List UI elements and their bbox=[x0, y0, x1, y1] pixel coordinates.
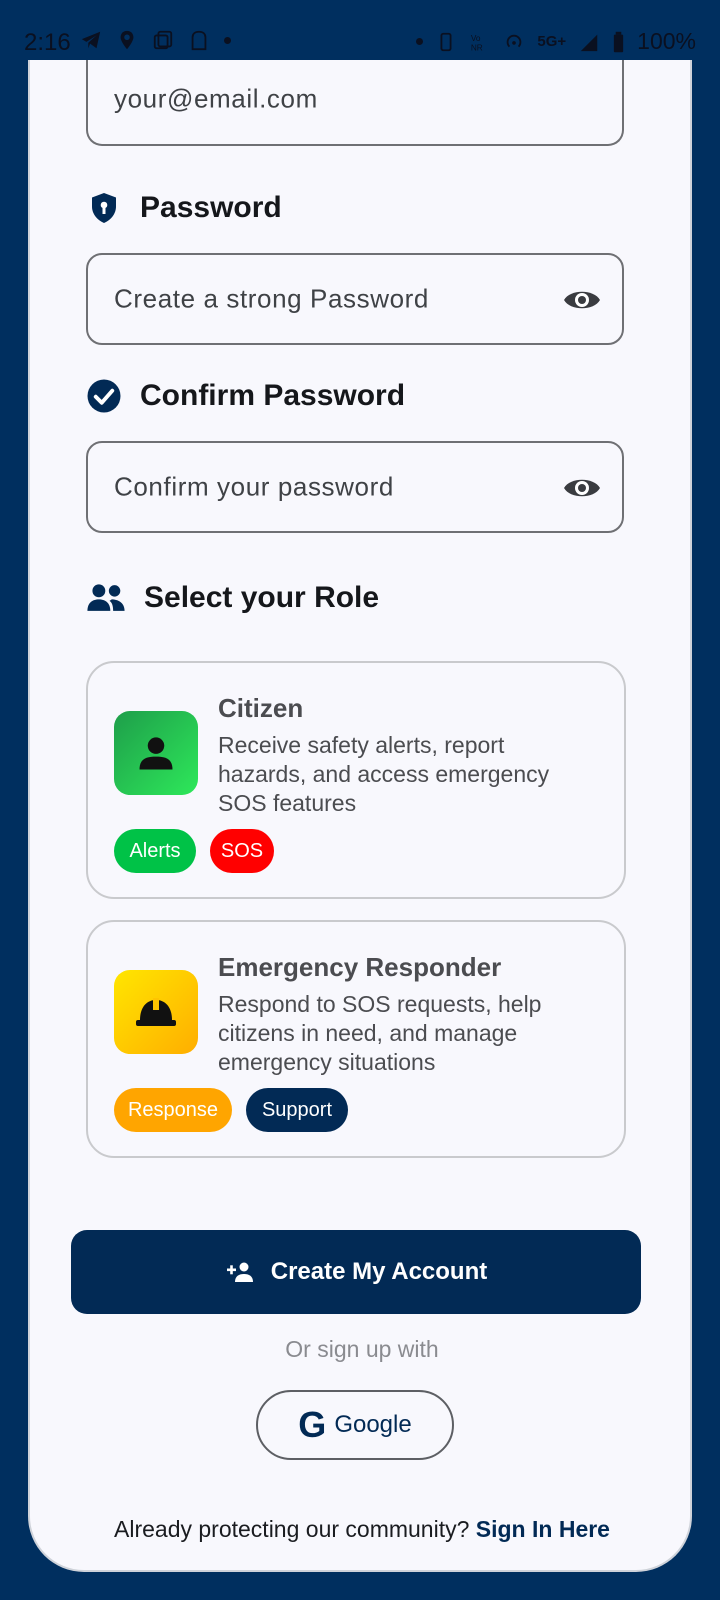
role-section-label-text: Select your Role bbox=[144, 581, 380, 614]
alerts-tag: Alerts bbox=[114, 829, 196, 873]
add-person-icon bbox=[226, 1262, 253, 1282]
group-icon bbox=[87, 584, 125, 611]
confirm-password-placeholder: Confirm your password bbox=[114, 471, 394, 502]
show-confirm-password-eye-icon[interactable] bbox=[562, 473, 602, 503]
sign-in-prompt: Already protecting our community? Sign I… bbox=[30, 1516, 690, 1543]
signal-icon bbox=[580, 34, 598, 51]
password-placeholder: Create a strong Password bbox=[114, 283, 429, 314]
hard-hat-icon bbox=[136, 998, 176, 1026]
create-account-button[interactable]: Create My Account bbox=[71, 1230, 641, 1314]
password-field[interactable]: Create a strong Password bbox=[86, 253, 624, 345]
responder-role-title: Emergency Responder bbox=[218, 952, 502, 982]
sign-in-prompt-text: Already protecting our community? bbox=[114, 1516, 470, 1542]
google-signup-button[interactable]: G Google bbox=[256, 1390, 454, 1460]
battery-icon bbox=[614, 31, 624, 52]
volte-icon: VoNR bbox=[471, 34, 483, 52]
battery-percentage: 100% bbox=[637, 28, 696, 54]
sos-tag: SOS bbox=[210, 829, 274, 873]
copy-icon bbox=[153, 30, 173, 50]
role-card-citizen[interactable]: Citizen Receive safety alerts, report ha… bbox=[86, 661, 626, 899]
confirm-password-field[interactable]: Confirm your password bbox=[86, 441, 624, 533]
svg-text:NR: NR bbox=[471, 43, 483, 52]
confirm-password-label: Confirm Password bbox=[86, 378, 405, 414]
sign-in-link[interactable]: Sign In Here bbox=[476, 1516, 610, 1542]
responder-role-description: Respond to SOS requests, help citizens i… bbox=[218, 991, 542, 1075]
network-label: 5G+ bbox=[537, 33, 567, 50]
citizen-role-icon-box bbox=[114, 711, 198, 795]
vibrate-icon bbox=[440, 32, 452, 51]
confirm-password-label-text: Confirm Password bbox=[140, 379, 406, 412]
shield-lock-icon bbox=[92, 193, 116, 223]
person-icon bbox=[139, 737, 173, 770]
show-password-eye-icon[interactable] bbox=[562, 285, 602, 315]
svg-text:Vo: Vo bbox=[471, 34, 481, 43]
status-time: 2:16 bbox=[24, 29, 71, 56]
password-label: Password bbox=[86, 190, 282, 226]
email-field[interactable]: your@email.com bbox=[86, 60, 624, 146]
responder-role-icon-box bbox=[114, 970, 198, 1054]
role-card-emergency-responder[interactable]: Emergency Responder Respond to SOS reque… bbox=[86, 920, 626, 1158]
email-value: your@email.com bbox=[114, 83, 318, 114]
google-icon: G bbox=[298, 1404, 327, 1445]
check-circle-icon bbox=[87, 379, 121, 413]
password-label-text: Password bbox=[140, 191, 282, 224]
location-icon bbox=[120, 30, 134, 50]
ghost-icon bbox=[191, 30, 207, 51]
hotspot-icon bbox=[507, 34, 522, 47]
status-dot-icon bbox=[416, 38, 424, 45]
notification-dot-icon bbox=[224, 36, 231, 44]
google-button-label: Google bbox=[334, 1411, 412, 1438]
telegram-icon bbox=[81, 31, 101, 49]
support-tag: Support bbox=[246, 1088, 348, 1132]
signup-card: your@email.com Password Create a strong … bbox=[28, 60, 692, 1572]
response-tag: Response bbox=[114, 1088, 232, 1132]
role-section-label: Select your Role bbox=[86, 580, 379, 616]
citizen-role-title: Citizen bbox=[218, 693, 304, 723]
create-account-label: Create My Account bbox=[270, 1258, 488, 1285]
or-sign-up-text: Or sign up with bbox=[285, 1336, 439, 1362]
citizen-role-description: Receive safety alerts, report hazards, a… bbox=[218, 732, 550, 816]
